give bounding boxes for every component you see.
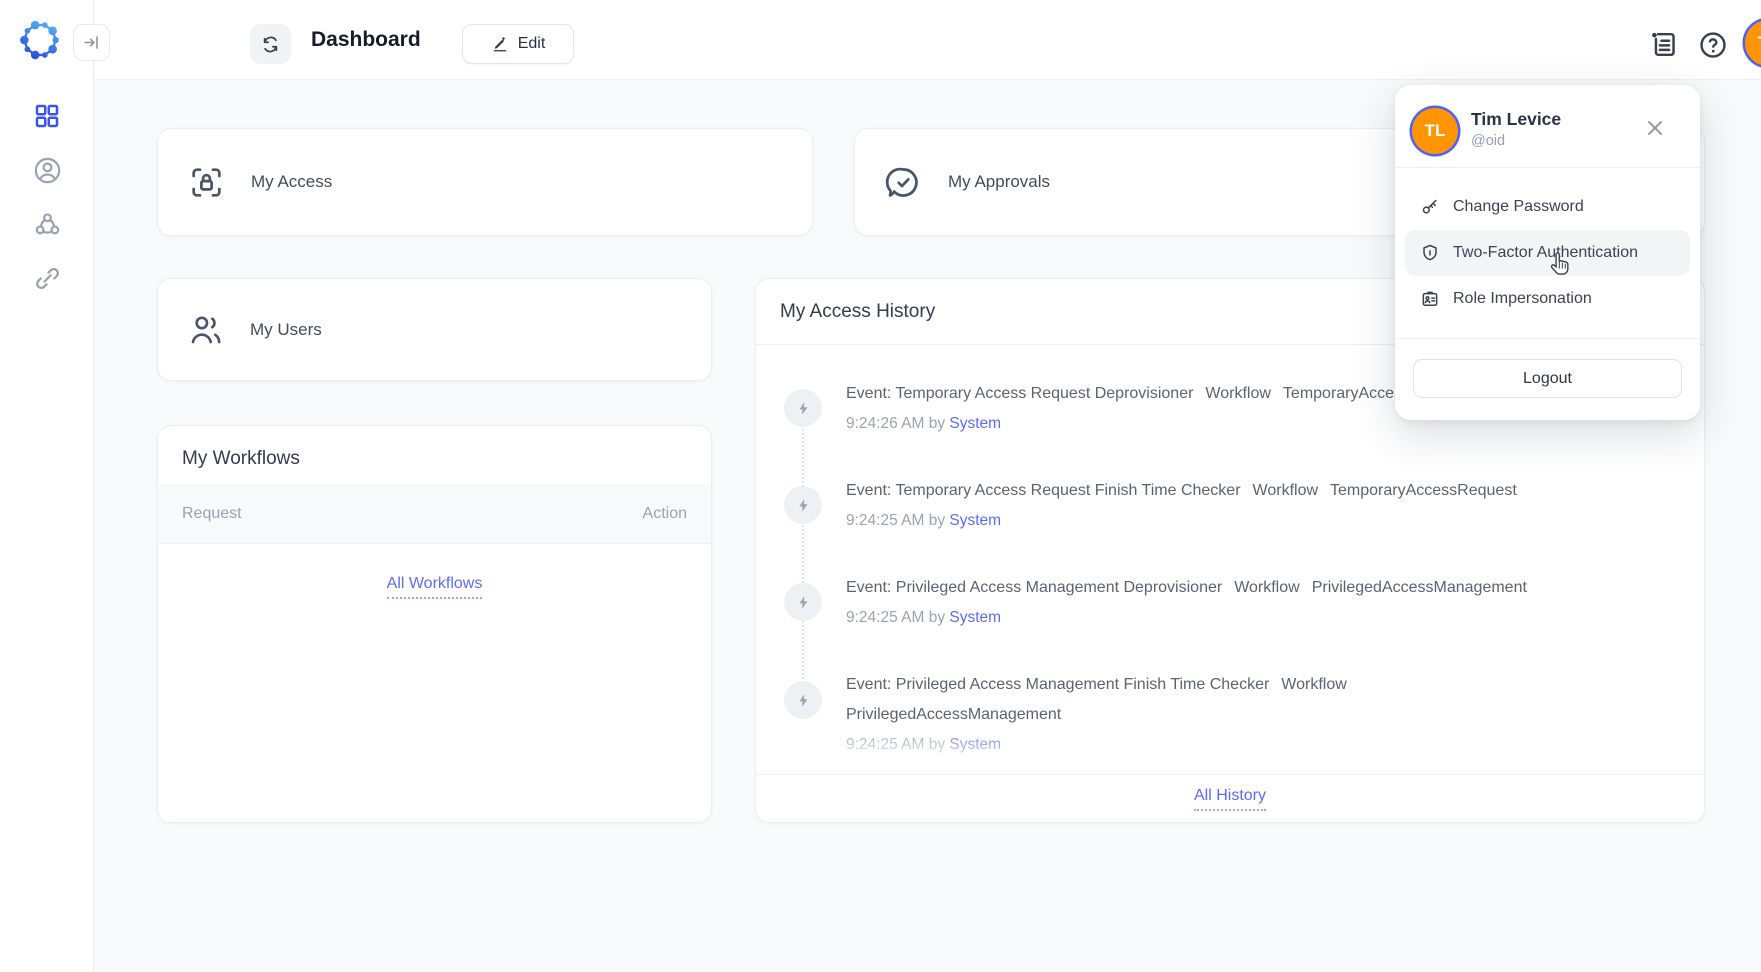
- dashboard-grid-icon: [32, 101, 62, 131]
- dashboard-page: Dashboard Edit: [0, 0, 1761, 972]
- event-time: 9:24:26 AM by: [846, 415, 945, 432]
- menu-item-label: Role Impersonation: [1453, 290, 1592, 308]
- menu-item-change-password[interactable]: Change Password: [1405, 184, 1690, 230]
- bolt-icon: [784, 583, 822, 621]
- app-logo-icon: [17, 17, 63, 63]
- menu-item-label: Two-Factor Authentication: [1453, 244, 1638, 262]
- edit-button-label: Edit: [518, 35, 546, 53]
- avatar-initials: TL: [1425, 121, 1446, 141]
- event-text: Event: Temporary Access Request Deprovis…: [846, 385, 1193, 402]
- message-check-icon: [883, 162, 924, 203]
- history-event-row[interactable]: Event: Temporary Access Request Finish T…: [846, 476, 1664, 536]
- divider: [1395, 338, 1700, 339]
- bolt-icon: [784, 681, 822, 719]
- event-text: Event: Privileged Access Management Fini…: [846, 676, 1269, 693]
- column-action: Action: [643, 505, 687, 523]
- user-name: Tim Levice: [1471, 109, 1561, 130]
- event-author-link[interactable]: System: [949, 736, 1001, 753]
- menu-item-role-impersonation[interactable]: Role Impersonation: [1405, 276, 1690, 322]
- avatar-initials: TL: [1758, 33, 1761, 53]
- logout-button[interactable]: Logout: [1413, 359, 1682, 398]
- divider: [756, 774, 1704, 775]
- close-button[interactable]: [1642, 115, 1668, 141]
- event-workflow-label: Workflow: [1205, 385, 1271, 402]
- sidebar-nav: [0, 96, 94, 298]
- users-icon: [186, 310, 226, 350]
- all-workflows-link[interactable]: All Workflows: [387, 575, 483, 599]
- close-icon: [1643, 116, 1667, 140]
- sidebar-item-dashboard[interactable]: [27, 96, 67, 136]
- my-workflows-title: My Workflows: [182, 426, 300, 491]
- my-users-card[interactable]: My Users: [157, 278, 712, 381]
- refresh-button[interactable]: [250, 24, 291, 64]
- user-menu-dropdown: TL Tim Levice @oid Change Password: [1395, 85, 1700, 420]
- event-workflow-label: Workflow: [1281, 676, 1347, 693]
- my-access-label: My Access: [251, 172, 332, 192]
- event-text: Event: Temporary Access Request Finish T…: [846, 482, 1241, 499]
- user-circle-icon: [32, 155, 63, 186]
- my-access-card[interactable]: My Access: [157, 128, 813, 236]
- event-time: 9:24:25 AM by: [846, 512, 945, 529]
- shield-icon: [1420, 243, 1440, 263]
- sidebar-item-workflows[interactable]: [27, 204, 67, 244]
- workflows-table-header: Request Action: [158, 484, 711, 543]
- event-workflow-name: PrivilegedAccessManagement: [1312, 579, 1527, 596]
- bolt-icon: [784, 486, 822, 524]
- help-icon: [1697, 29, 1729, 61]
- event-workflow-label: Workflow: [1253, 482, 1319, 499]
- arrow-bar-right-icon: [82, 33, 101, 52]
- my-workflows-card: My Workflows Request Action All Workflow…: [157, 425, 712, 823]
- user-avatar-button[interactable]: TL: [1745, 20, 1761, 66]
- event-text: Event: Privileged Access Management Depr…: [846, 579, 1222, 596]
- sidebar: [0, 0, 94, 972]
- pencil-icon: [491, 35, 509, 53]
- event-author-link[interactable]: System: [949, 512, 1001, 529]
- event-time: 9:24:25 AM by: [846, 736, 945, 753]
- event-workflow-name: PrivilegedAccessManagement: [846, 706, 1061, 723]
- network-nodes-icon: [32, 209, 63, 240]
- sidebar-item-profile[interactable]: [27, 150, 67, 190]
- changelog-button[interactable]: [1646, 27, 1680, 61]
- sidebar-item-links[interactable]: [27, 258, 67, 298]
- my-approvals-label: My Approvals: [948, 172, 1050, 192]
- history-event-row[interactable]: Event: Privileged Access Management Fini…: [846, 670, 1664, 760]
- page-title: Dashboard: [311, 0, 421, 80]
- menu-item-two-factor-authentication[interactable]: Two-Factor Authentication: [1405, 230, 1690, 276]
- event-workflow-name: TemporaryAccessRequest: [1330, 482, 1517, 499]
- id-badge-icon: [1420, 289, 1440, 309]
- scan-lock-icon: [186, 162, 227, 203]
- key-icon: [1420, 197, 1440, 217]
- divider: [158, 543, 711, 544]
- divider: [1395, 167, 1700, 168]
- menu-item-label: Change Password: [1453, 198, 1584, 216]
- event-time: 9:24:25 AM by: [846, 609, 945, 626]
- link-icon: [33, 264, 62, 293]
- user-menu-avatar: TL: [1412, 108, 1458, 154]
- changelog-icon: [1647, 28, 1680, 61]
- event-author-link[interactable]: System: [949, 415, 1001, 432]
- history-event-row[interactable]: Event: Privileged Access Management Depr…: [846, 573, 1664, 633]
- my-users-label: My Users: [250, 320, 322, 340]
- bolt-icon: [784, 389, 822, 427]
- user-handle: @oid: [1471, 133, 1505, 149]
- all-history-link[interactable]: All History: [1194, 787, 1266, 811]
- timeline-connector: [802, 409, 804, 719]
- sidebar-collapse-button[interactable]: [73, 24, 110, 61]
- top-header: Dashboard Edit: [94, 0, 1761, 80]
- refresh-icon: [261, 35, 280, 54]
- my-access-history-title: My Access History: [780, 279, 935, 344]
- help-button[interactable]: [1696, 28, 1730, 62]
- column-request: Request: [182, 505, 242, 523]
- event-workflow-label: Workflow: [1234, 579, 1300, 596]
- edit-button[interactable]: Edit: [462, 24, 574, 64]
- event-author-link[interactable]: System: [949, 609, 1001, 626]
